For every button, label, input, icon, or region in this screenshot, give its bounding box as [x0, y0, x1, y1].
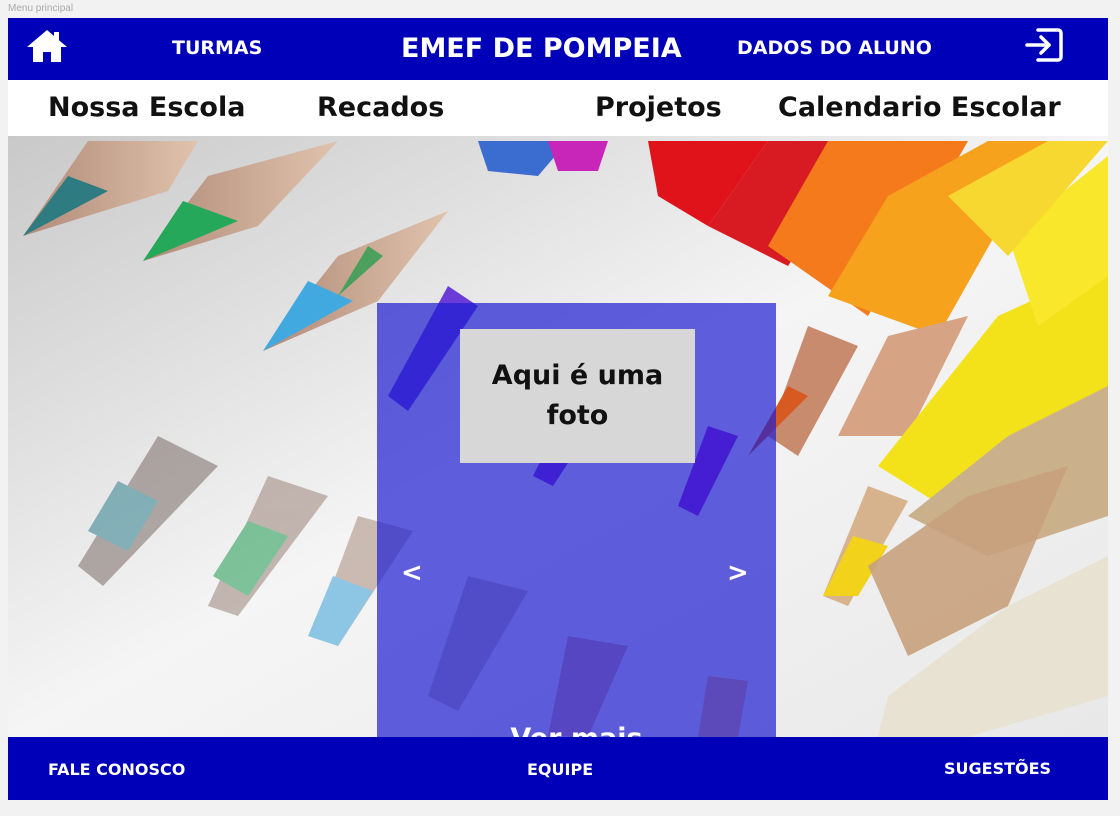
student-data-link[interactable]: DADOS DO ALUNO: [737, 37, 932, 59]
turmas-link[interactable]: TURMAS: [172, 37, 262, 59]
see-more-button[interactable]: Ver mais: [377, 723, 776, 737]
hero-banner: Aqui é uma foto < > Ver mais: [8, 136, 1108, 737]
menu-item-projetos[interactable]: Projetos: [595, 92, 722, 123]
contact-link[interactable]: FALE CONOSCO: [48, 760, 185, 779]
frame-label: Menu principal: [8, 3, 74, 14]
exit-icon[interactable]: [1024, 26, 1064, 64]
footer-bar: FALE CONOSCO EQUIPE SUGESTÕES: [8, 737, 1108, 800]
app-frame: TURMAS EMEF DE POMPEIA DADOS DO ALUNO No…: [8, 18, 1108, 800]
news-carousel: Aqui é uma foto < > Ver mais: [377, 303, 776, 737]
main-menu: Nossa Escola Recados Projetos Calendario…: [8, 80, 1108, 136]
photo-placeholder: Aqui é uma foto: [460, 329, 695, 463]
carousel-prev-button[interactable]: <: [401, 558, 423, 588]
carousel-next-button[interactable]: >: [727, 558, 749, 588]
menu-item-recados[interactable]: Recados: [317, 92, 444, 123]
home-icon[interactable]: [25, 28, 69, 64]
school-title: EMEF DE POMPEIA: [401, 33, 682, 64]
suggestions-link[interactable]: SUGESTÕES: [944, 759, 1051, 778]
team-link[interactable]: EQUIPE: [527, 760, 593, 779]
top-bar: TURMAS EMEF DE POMPEIA DADOS DO ALUNO: [8, 18, 1108, 80]
menu-item-nossa-escola[interactable]: Nossa Escola: [48, 92, 245, 123]
menu-item-calendario[interactable]: Calendario Escolar: [778, 92, 1061, 123]
